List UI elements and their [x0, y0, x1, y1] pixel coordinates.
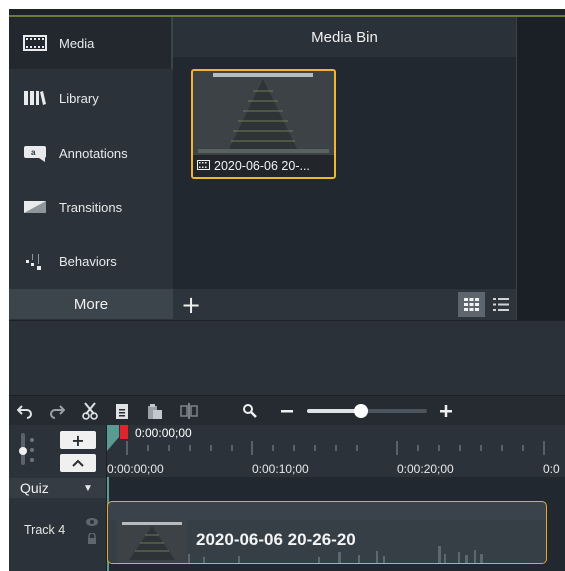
collapse-tracks-button[interactable]: [60, 454, 96, 472]
sidebar-item-label: Media: [59, 35, 95, 51]
sidebar-item-transitions[interactable]: Transitions: [9, 181, 173, 233]
zoom-in-icon[interactable]: [436, 401, 456, 421]
ruler-label: 0:00:20;00: [397, 462, 454, 476]
playhead-time: 0:00:00;00: [135, 426, 192, 440]
sidebar-item-media[interactable]: Media: [9, 17, 173, 69]
media-bin-title: Media Bin: [173, 17, 516, 57]
zoom-slider[interactable]: [307, 404, 427, 418]
redo-icon[interactable]: [47, 401, 67, 421]
add-media-button[interactable]: +: [179, 293, 203, 317]
zoom-slider-thumb[interactable]: [354, 404, 368, 418]
top-strip: [9, 9, 565, 17]
clip-thumbnail: [117, 520, 187, 563]
media-item[interactable]: 2020-06-06 20-...: [191, 69, 336, 179]
paste-icon[interactable]: [145, 401, 165, 421]
sidebar-item-label: Transitions: [59, 199, 123, 215]
sidebar-item-label: Annotations: [59, 145, 128, 161]
sidebar-item-label: Library: [59, 90, 99, 106]
media-bin: 2020-06-06 20-...: [173, 57, 516, 289]
zoom-search-icon[interactable]: [240, 401, 260, 421]
sidebar-item-annotations[interactable]: a Annotations: [9, 127, 173, 179]
sidebar: Media Library a Annotations Transitions …: [9, 17, 173, 320]
split-icon[interactable]: [179, 401, 199, 421]
quiz-dropdown[interactable]: Quiz ▼: [9, 478, 106, 498]
zoom-out-icon[interactable]: [277, 401, 297, 421]
undo-icon[interactable]: [15, 401, 35, 421]
playhead[interactable]: [107, 425, 131, 453]
ruler-label: 0:0: [543, 462, 560, 476]
library-books-icon: [23, 89, 47, 107]
preview-panel: [516, 17, 565, 320]
ruler-label: 0:00:00;00: [107, 462, 164, 476]
transition-icon: [23, 198, 47, 216]
chevron-up-icon: [72, 459, 84, 467]
lock-icon[interactable]: [87, 533, 97, 545]
list-icon: [493, 298, 509, 311]
media-item-label: 2020-06-06 20-...: [214, 159, 310, 173]
sidebar-item-label: Behaviors: [59, 253, 117, 269]
film-strip-icon: [197, 159, 210, 173]
timeline-toolbar: [9, 395, 565, 425]
grid-view-button[interactable]: [458, 292, 485, 317]
empty-panel-area: [9, 320, 565, 395]
behaviors-icon: [23, 252, 47, 270]
ruler-label: 0:00:10;00: [252, 462, 309, 476]
more-button[interactable]: More: [9, 289, 173, 319]
media-item-label-bar: 2020-06-06 20-...: [193, 155, 334, 177]
timeline-clip[interactable]: 2020-06-06 20-26-20: [107, 501, 547, 564]
film-strip-icon: [23, 34, 47, 52]
eye-icon[interactable]: [85, 517, 99, 527]
timeline-ruler[interactable]: 0:00:00;00 0:00:00;00 0:00:10;00 0:00:20…: [106, 425, 565, 477]
zoom-slider-fill: [307, 409, 361, 413]
svg-text:a: a: [31, 148, 36, 157]
list-view-button[interactable]: [489, 292, 513, 317]
speech-bubble-icon: a: [23, 144, 47, 162]
sidebar-item-behaviors[interactable]: Behaviors: [9, 235, 173, 287]
track-label: Track 4: [24, 523, 66, 537]
media-bin-footer: +: [173, 289, 516, 320]
track-height-slider[interactable]: [17, 431, 37, 467]
clip-title: 2020-06-06 20-26-20: [196, 530, 356, 549]
quiz-label: Quiz: [20, 480, 49, 496]
sidebar-item-library[interactable]: Library: [9, 72, 173, 124]
add-track-button[interactable]: +: [60, 431, 96, 450]
chevron-down-icon: ▼: [83, 483, 93, 494]
copy-icon[interactable]: [112, 401, 132, 421]
cut-icon[interactable]: [80, 401, 100, 421]
track-header-column: + Quiz ▼ Track 4: [9, 425, 106, 571]
camtasia-editor: Media Library a Annotations Transitions …: [0, 0, 565, 571]
track-area: 2020-06-06 20-26-20: [106, 477, 565, 571]
grid-icon: [464, 298, 479, 311]
